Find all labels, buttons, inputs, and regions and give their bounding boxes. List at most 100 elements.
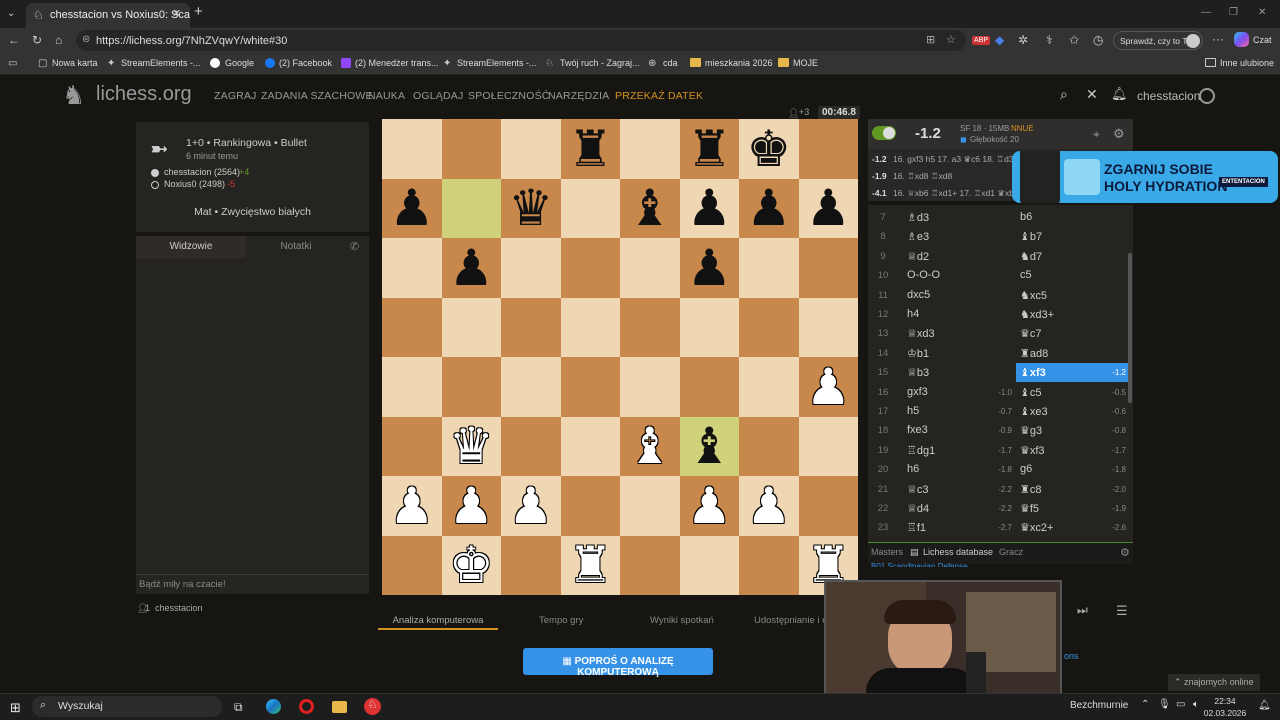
black-move[interactable]: ♞xc5 [1020, 289, 1047, 302]
white-move[interactable]: fxe3 [907, 424, 928, 436]
board-square[interactable] [560, 238, 620, 298]
board-square[interactable]: ♟ [739, 476, 799, 536]
black-player[interactable]: Noxius0 (2498) [164, 179, 225, 189]
black-pawn-icon[interactable]: ♟ [687, 183, 732, 233]
more-menu-icon[interactable]: ··· [1212, 33, 1224, 45]
black-move[interactable]: ♜c8 [1020, 483, 1041, 496]
board-square[interactable] [501, 535, 561, 595]
explorer-gear-icon[interactable]: ⚙ [1120, 546, 1130, 559]
board-square[interactable] [620, 238, 680, 298]
extension-shield-icon[interactable]: ◆ [995, 34, 1004, 46]
bookmark-item[interactable]: (2) Menedżer trans... [355, 58, 439, 68]
white-pawn-icon[interactable]: ♟ [508, 481, 553, 531]
tab-list-icon[interactable]: ⌄ [7, 8, 15, 20]
tab-crosstable[interactable]: Wyniki spotkań [650, 615, 714, 626]
white-move[interactable]: ♗e3 [907, 230, 929, 243]
clock-time[interactable]: 22:34 [1206, 696, 1244, 706]
board-square[interactable] [739, 297, 799, 357]
new-tab-icon[interactable]: + [194, 4, 203, 19]
board-square[interactable] [620, 297, 680, 357]
board-square[interactable] [679, 297, 739, 357]
gear-icon[interactable]: ⚙ [1113, 126, 1125, 142]
board-square[interactable] [560, 297, 620, 357]
board-square[interactable] [739, 238, 799, 298]
explorer-tab-masters[interactable]: Masters [871, 547, 903, 557]
chess-board[interactable]: ♜ ♜ ♚ ♟ ♛ ♝ ♟ ♟ ♟ ♟ ♟ ♟ ♛ ♝ ♝ ♟ ♟ ♟ ♟ ♟ ♚ ♜ ♜ [382, 119, 858, 595]
white-pawn-icon[interactable]: ♟ [687, 481, 732, 531]
board-square[interactable] [501, 416, 561, 476]
last-move-icon[interactable]: ⏭ [1077, 603, 1088, 618]
bookmark-item[interactable]: StreamElements -... [457, 58, 537, 68]
board-square[interactable] [620, 535, 680, 595]
close-icon[interactable]: ✕ [1086, 87, 1098, 101]
header-username[interactable]: chesstacion [1137, 89, 1200, 103]
black-pawn-icon[interactable]: ♟ [746, 183, 791, 233]
favorites-icon[interactable]: ✩ [1069, 34, 1079, 46]
tab-spectators[interactable]: Widzowie [136, 236, 246, 258]
board-square[interactable]: ♛ [501, 178, 561, 238]
black-rook-icon[interactable]: ♜ [687, 124, 732, 174]
board-square[interactable] [798, 238, 858, 298]
phone-icon[interactable]: ✆ [350, 240, 359, 253]
board-square[interactable] [382, 119, 442, 179]
engine-toggle[interactable] [872, 126, 896, 140]
notifications-icon[interactable]: 🔔︎ [1258, 700, 1271, 711]
white-move[interactable]: ♖f1 [907, 521, 926, 534]
bookmark-folder[interactable]: mieszkania 2026 [705, 58, 773, 68]
file-explorer-icon[interactable] [332, 701, 347, 713]
microphone-icon[interactable]: 🎙︎ [1158, 699, 1171, 710]
menu-icon[interactable]: ☰ [1116, 603, 1128, 619]
bookmark-item[interactable]: Twój ruch - Zagraj... [560, 58, 640, 68]
network-icon[interactable]: ▭ [1176, 699, 1185, 710]
close-tab-icon[interactable]: ✕ [172, 8, 181, 20]
reload-icon[interactable]: ↻ [32, 34, 42, 46]
white-move[interactable]: ♕c3 [907, 483, 928, 496]
white-move[interactable]: ♕d2 [907, 250, 929, 263]
black-move[interactable]: g6 [1020, 463, 1032, 475]
white-pawn-icon[interactable]: ♟ [746, 481, 791, 531]
black-move[interactable]: ♛c7 [1020, 327, 1041, 340]
board-square[interactable]: ♟ [679, 238, 739, 298]
browser-essentials-icon[interactable]: ⚕ [1046, 34, 1053, 46]
white-move[interactable]: h4 [907, 308, 919, 320]
board-square[interactable] [501, 357, 561, 417]
favorite-star-icon[interactable]: ☆ [946, 33, 956, 46]
white-move[interactable]: ♗d3 [907, 211, 929, 224]
sidebar-toggle-icon[interactable]: ▭ [8, 58, 17, 70]
bookmark-item[interactable]: (2) Facebook [279, 58, 332, 68]
opening-name[interactable]: B01 Scandinavian Defense [871, 562, 968, 567]
board-square[interactable] [798, 297, 858, 357]
tab-share[interactable]: Udostępnianie i ek [754, 615, 832, 626]
chat-input[interactable]: Bądź miły na czacie! [136, 574, 369, 594]
board-square[interactable]: ♟ [441, 476, 501, 536]
board-square[interactable] [798, 119, 858, 179]
board-square[interactable] [560, 357, 620, 417]
back-icon[interactable]: ← [8, 34, 20, 46]
board-square[interactable]: ♚ [441, 535, 501, 595]
board-square[interactable]: ♟ [798, 178, 858, 238]
board-square[interactable] [501, 119, 561, 179]
nav-learn[interactable]: NAUKA [368, 90, 405, 102]
board-square[interactable] [382, 416, 442, 476]
white-queen-icon[interactable]: ♛ [449, 421, 494, 471]
black-bishop-icon[interactable]: ♝ [687, 421, 732, 471]
board-square[interactable] [501, 297, 561, 357]
pv1-line[interactable]: 16. gxf3 h5 17. a3 ♛c6 18. ♖d3 [893, 154, 1014, 165]
other-bookmarks[interactable]: Inne ulubione [1220, 58, 1274, 68]
white-move[interactable]: h6 [907, 463, 919, 475]
board-square[interactable]: ♟ [501, 476, 561, 536]
white-move[interactable]: h5 [907, 405, 919, 417]
nav-watch[interactable]: OGLĄDAJ [413, 90, 463, 102]
weather-label[interactable]: Bezchmurnie [1070, 700, 1128, 711]
board-square[interactable]: ♛ [441, 416, 501, 476]
white-king-icon[interactable]: ♚ [449, 540, 494, 590]
friends-online[interactable]: ⌃ znajomych online [1168, 674, 1260, 691]
board-square[interactable]: ♜ [560, 119, 620, 179]
bookmark-item[interactable]: Nowa karta [52, 58, 98, 68]
bell-icon[interactable]: 🔔︎ [1111, 87, 1128, 100]
black-move[interactable]: ♞d7 [1020, 250, 1042, 263]
board-square[interactable] [441, 119, 501, 179]
home-icon[interactable]: ⌂ [55, 34, 62, 46]
board-square[interactable]: ♟ [679, 476, 739, 536]
board-square[interactable] [382, 357, 442, 417]
